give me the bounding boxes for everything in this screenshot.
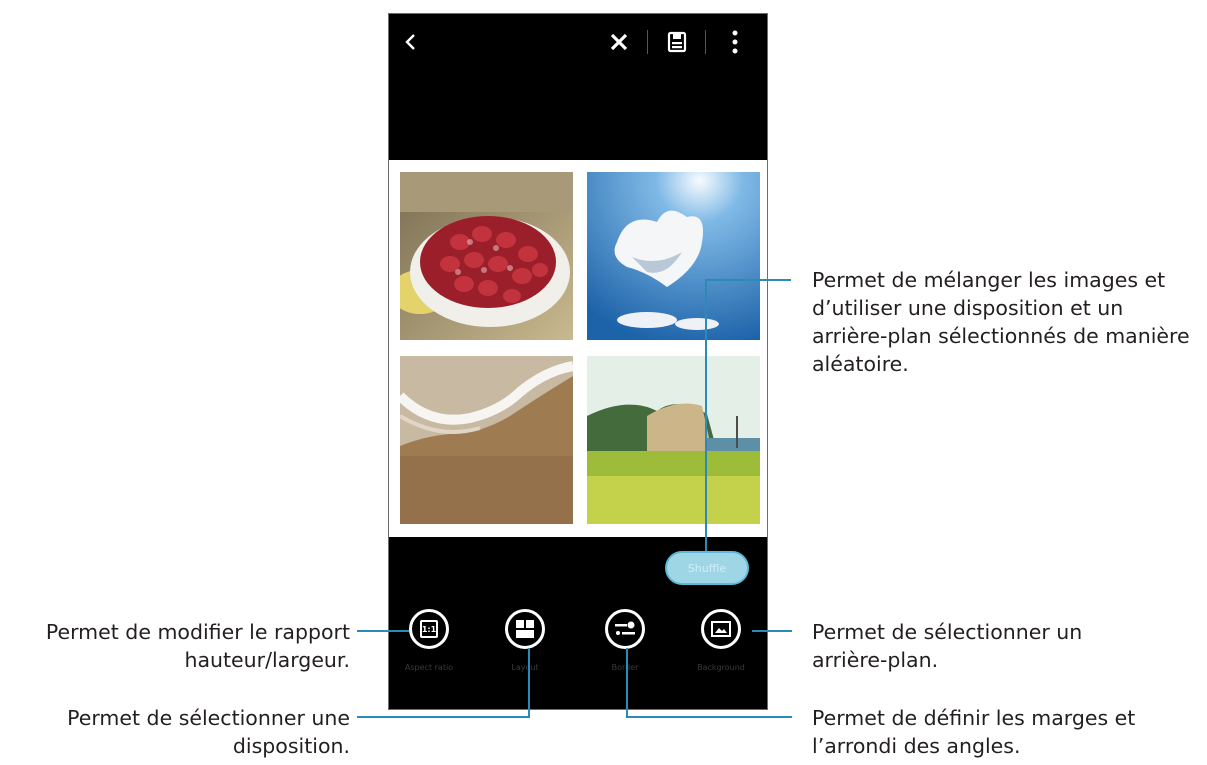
callout-background: Permet de sélectionner un arrière-plan. [812,620,1083,672]
collage-image-coastal-landscape[interactable] [587,356,760,524]
more-vert-icon[interactable] [717,24,753,60]
shuffle-button-label: Shuffle [687,561,727,575]
background-icon[interactable] [701,609,741,649]
callout-border: Permet de définir les marges et l’arrond… [812,706,1136,758]
close-icon[interactable] [601,24,637,60]
callout-line-shuffle [705,279,791,281]
callout-shuffle: Permet de mélanger les images et d’utili… [812,268,1190,376]
callout-line-border [626,716,792,718]
callout-layout: Permet de sélectionner une disposition. [67,706,350,758]
border-label: Border [611,663,639,672]
layout-icon[interactable] [505,609,545,649]
background-label: Background [697,663,745,672]
toolbar-divider [705,30,706,54]
callout-aspect-ratio: Permet de modifier le rapport hauteur/la… [45,620,350,672]
phone-screen: Shuffle 1:1 Aspect ratio Layout Border B… [388,13,768,710]
toolbar-divider [647,30,648,54]
callout-line-background [752,630,792,632]
save-icon[interactable] [659,24,695,60]
callout-line-shuffle-vertical [705,279,707,551]
collage-image-heart-cloud-sky[interactable] [587,172,760,340]
aspect-ratio-label: Aspect ratio [404,663,454,672]
callout-line-aspect [357,630,409,632]
layout-label: Layout [511,663,539,672]
collage-canvas [389,160,767,537]
callout-line-border-vertical [626,648,628,717]
chevron-left-icon[interactable] [393,24,429,60]
collage-image-strawberry-tart[interactable] [400,172,573,340]
top-toolbar [389,14,767,70]
callout-line-layout-vertical [528,648,530,717]
callout-line-layout [357,716,530,718]
aspect-ratio-icon[interactable]: 1:1 [409,609,449,649]
collage-image-beach-wave[interactable] [400,356,573,524]
aspect-ratio-glyph: 1:1 [420,620,438,638]
shuffle-button[interactable]: Shuffle [665,551,749,585]
border-icon[interactable] [605,609,645,649]
